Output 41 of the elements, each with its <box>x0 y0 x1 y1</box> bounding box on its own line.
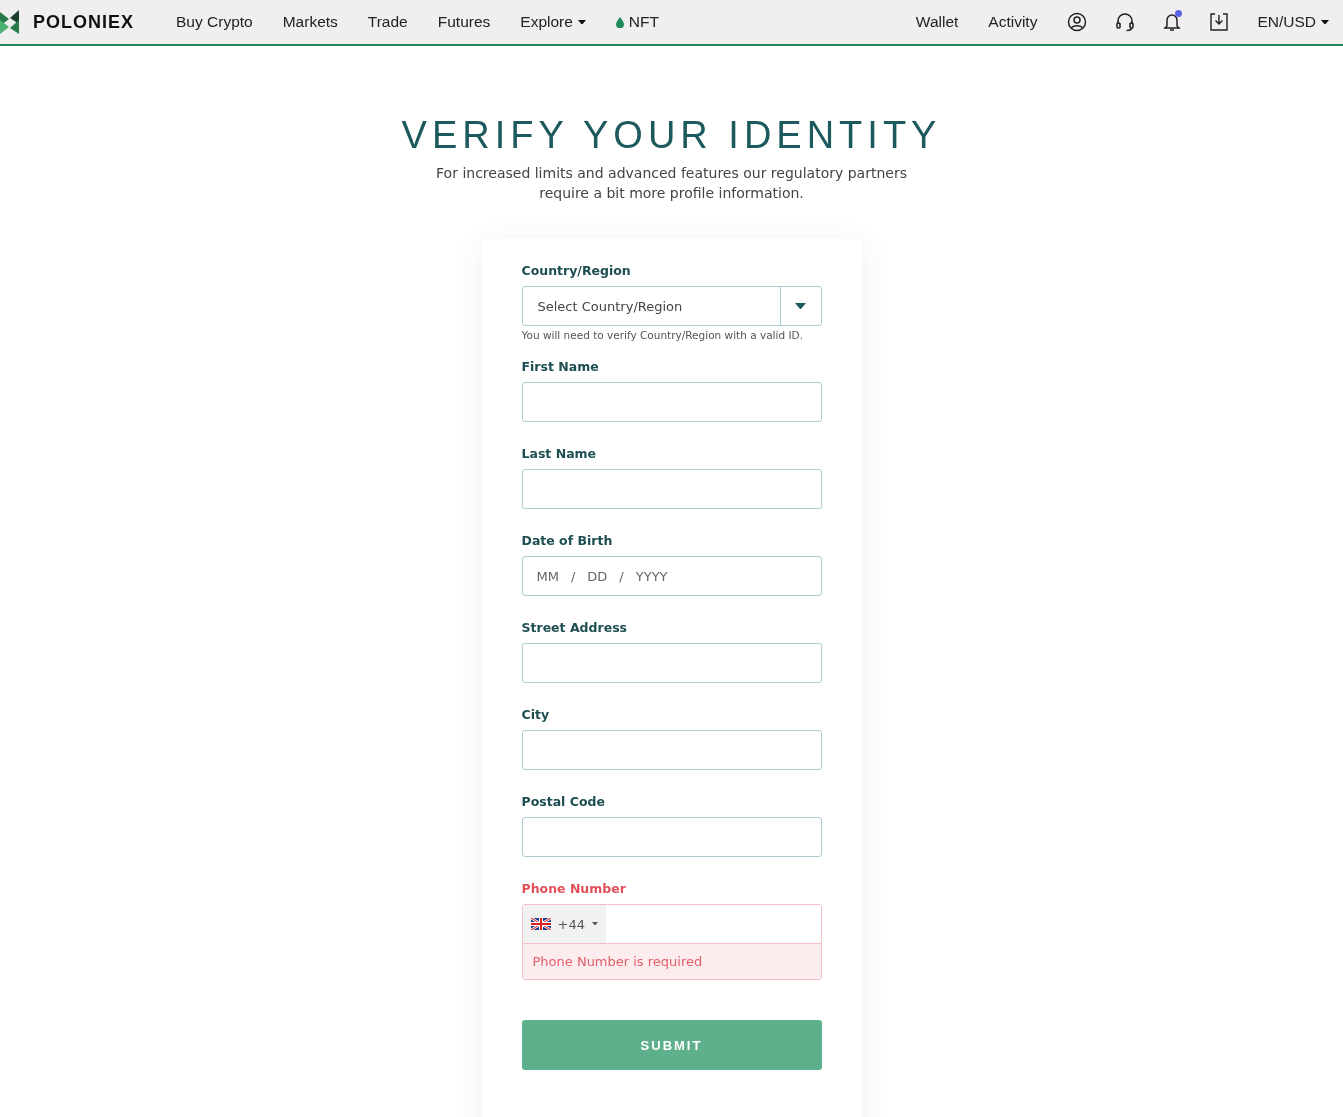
nav-link[interactable]: Explore <box>520 13 586 31</box>
drop-icon <box>615 16 624 28</box>
nav-link[interactable]: NFT <box>615 13 659 31</box>
error-message: Phone Number is required <box>522 943 821 979</box>
input-field[interactable] <box>521 817 822 857</box>
field-hint: You will need to verify Country/Region with a valid ID. <box>521 329 804 341</box>
caret-icon <box>795 302 806 310</box>
field-label: Last Name <box>521 446 598 461</box>
caret-icon <box>591 922 598 926</box>
caret-icon <box>577 19 586 25</box>
account-icon[interactable] <box>1067 12 1088 32</box>
logo-icon <box>0 10 19 34</box>
nav-link[interactable]: Trade <box>367 13 408 31</box>
nav-link[interactable]: Activity <box>988 13 1038 31</box>
nav-link[interactable]: Wallet <box>915 13 959 31</box>
nav-link[interactable]: Buy Crypto <box>176 13 253 31</box>
input-field[interactable] <box>521 469 822 509</box>
country-code-button[interactable]: +44 <box>522 905 606 943</box>
nav-link[interactable]: Markets <box>282 13 338 31</box>
locale-selector[interactable]: EN/USD <box>1257 13 1329 31</box>
field-label: Postal Code <box>521 794 606 809</box>
nav-link[interactable]: Futures <box>437 13 491 31</box>
notification-icon[interactable] <box>1163 12 1182 32</box>
page-title: VERIFY YOUR IDENTITY <box>401 114 942 157</box>
input-field[interactable] <box>521 643 822 683</box>
caret-icon <box>1321 19 1329 25</box>
date-field[interactable]: MM / DD / YYYY <box>521 556 822 596</box>
field-label: City <box>521 707 551 722</box>
headset-icon[interactable] <box>1115 12 1136 32</box>
field-label: Country/Region <box>521 263 632 278</box>
field-label: First Name <box>521 359 600 374</box>
download-icon[interactable] <box>1209 12 1230 32</box>
brand-name: POLONIEX <box>33 11 134 33</box>
page-subtitle: For increased limits and advanced features our regulatory partners require a bit more profile information. <box>435 164 908 203</box>
input-field[interactable] <box>521 382 822 422</box>
country-select[interactable]: Select Country/Region <box>521 286 822 326</box>
flag-icon <box>530 918 551 930</box>
input-field[interactable] <box>521 730 822 770</box>
field-label: Street Address <box>521 620 629 635</box>
field-label: Phone Number <box>521 881 627 896</box>
field-label: Date of Birth <box>521 533 614 548</box>
